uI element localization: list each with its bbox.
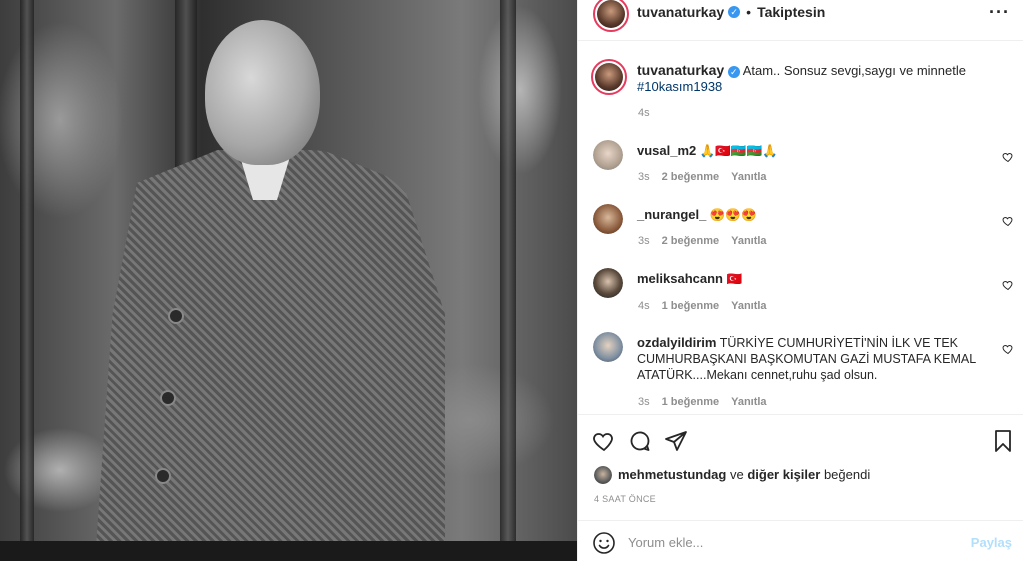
verified-icon: ✓ xyxy=(727,65,740,78)
comment-input[interactable]: Yorum ekle... xyxy=(628,535,703,550)
comment-time[interactable]: 3s xyxy=(638,235,650,247)
author-avatar[interactable] xyxy=(593,0,629,32)
more-options-icon[interactable]: ··· xyxy=(989,2,1010,23)
comment-username[interactable]: ozdalyildirim xyxy=(637,335,716,350)
commenter-avatar[interactable] xyxy=(593,332,623,362)
coat-button xyxy=(160,390,176,406)
follow-status[interactable]: Takiptesin xyxy=(757,4,825,20)
comment-username[interactable]: meliksahcann xyxy=(637,271,723,286)
save-bookmark-icon[interactable] xyxy=(991,429,1015,453)
comment-body: 😍😍😍 xyxy=(709,208,757,222)
comment-likes[interactable]: 1 beğenme xyxy=(662,396,719,408)
liker-avatar[interactable] xyxy=(594,466,612,484)
commenter-avatar[interactable] xyxy=(593,204,623,234)
comment-likes[interactable]: 1 beğenme xyxy=(662,300,719,312)
verified-icon: ✓ xyxy=(728,6,741,18)
add-comment-bar: Yorum ekle... Paylaş xyxy=(578,520,1023,561)
post-sidebar: tuvanaturkay ✓ • Takiptesin ··· tuvanatu… xyxy=(577,0,1023,561)
post-timestamp[interactable]: 4 SAAT ÖNCE xyxy=(594,494,656,504)
like-heart-icon[interactable] xyxy=(1002,342,1014,355)
comment-username[interactable]: vusal_m2 xyxy=(637,143,696,158)
likes-others[interactable]: diğer kişiler xyxy=(747,467,820,482)
comment-text: _nurangel_ 😍😍😍 xyxy=(637,207,982,223)
comment-time[interactable]: 3s xyxy=(638,396,650,408)
comment-meta: 3s 2 beğenme Yanıtla xyxy=(638,171,767,183)
emoji-icon[interactable] xyxy=(592,531,616,555)
figure-head xyxy=(205,20,320,165)
post-header: tuvanaturkay ✓ • Takiptesin ··· xyxy=(578,0,1023,41)
coat-button xyxy=(168,308,184,324)
likes-conj: ve xyxy=(729,467,744,482)
caption-username[interactable]: tuvanaturkay xyxy=(637,62,724,78)
commenter-avatar[interactable] xyxy=(593,268,623,298)
comment-body: 🇹🇷 xyxy=(726,272,743,286)
tree-trunk xyxy=(500,0,516,561)
author-row: tuvanaturkay ✓ • Takiptesin xyxy=(637,4,825,20)
caption-avatar[interactable] xyxy=(591,59,627,95)
commenter-avatar[interactable] xyxy=(593,140,623,170)
caption-time[interactable]: 4s xyxy=(638,107,650,119)
like-heart-icon[interactable] xyxy=(1002,278,1014,291)
liker-username[interactable]: mehmetustundag xyxy=(618,467,726,482)
separator-dot: • xyxy=(746,4,752,20)
figure-coat xyxy=(95,150,445,561)
caption-body: Atam.. Sonsuz sevgi,saygı ve minnetle xyxy=(742,63,966,78)
comment-time[interactable]: 4s xyxy=(638,300,650,312)
comment-username[interactable]: _nurangel_ xyxy=(637,207,706,222)
comment-time[interactable]: 3s xyxy=(638,171,650,183)
comment-text: vusal_m2 🙏🇹🇷🇦🇿🇦🇿🙏 xyxy=(637,143,982,159)
reply-button[interactable]: Yanıtla xyxy=(731,396,766,408)
post-comment-button[interactable]: Paylaş xyxy=(971,535,1012,550)
coat-button xyxy=(155,468,171,484)
like-heart-icon[interactable] xyxy=(1002,150,1014,163)
comment-meta: 3s 2 beğenme Yanıtla xyxy=(638,235,767,247)
share-icon[interactable] xyxy=(664,429,688,453)
like-icon[interactable] xyxy=(592,429,616,453)
likes-suffix: beğendi xyxy=(823,467,871,482)
reply-button[interactable]: Yanıtla xyxy=(731,235,766,247)
comment-likes[interactable]: 2 beğenme xyxy=(662,171,719,183)
photo-ground xyxy=(0,541,577,561)
like-heart-icon[interactable] xyxy=(1002,214,1014,227)
comment-text: meliksahcann 🇹🇷 xyxy=(637,271,982,287)
likes-text: mehmetustundag ve diğer kişiler beğendi xyxy=(618,467,870,482)
reply-button[interactable]: Yanıtla xyxy=(731,300,766,312)
comment-meta: 3s 1 beğenme Yanıtla xyxy=(638,396,767,408)
comment-icon[interactable] xyxy=(628,429,652,453)
comment-meta: 4s 1 beğenme Yanıtla xyxy=(638,300,767,312)
comment-likes[interactable]: 2 beğenme xyxy=(662,235,719,247)
comment-text: ozdalyildirim TÜRKİYE CUMHURİYETİ'NİN İL… xyxy=(637,335,982,383)
caption-text: tuvanaturkay ✓ Atam.. Sonsuz sevgi,saygı… xyxy=(637,62,1007,95)
caption-hashtag[interactable]: #10kasım1938 xyxy=(637,79,722,94)
tree-trunk xyxy=(20,0,34,561)
post-photo[interactable] xyxy=(0,0,577,561)
reply-button[interactable]: Yanıtla xyxy=(731,171,766,183)
comment-body: 🙏🇹🇷🇦🇿🇦🇿🙏 xyxy=(699,144,778,158)
author-username[interactable]: tuvanaturkay xyxy=(637,4,724,20)
action-bar xyxy=(578,414,1023,474)
